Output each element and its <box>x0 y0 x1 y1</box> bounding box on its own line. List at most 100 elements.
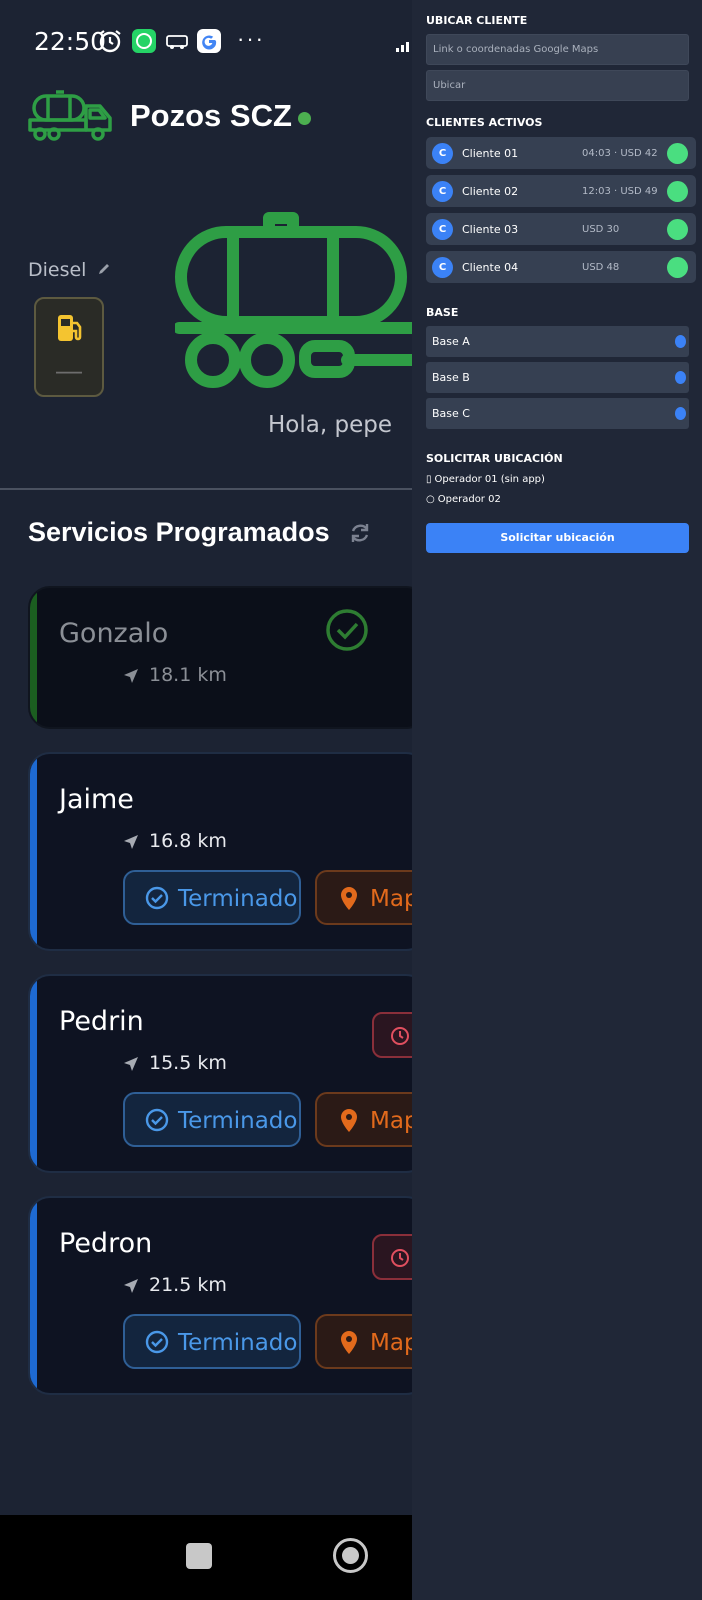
navigation-arrow-icon <box>124 1279 138 1293</box>
operator-radio-icon: ○ <box>426 494 435 505</box>
service-card[interactable]: Pedrin 15.5 km Terminado Map <box>28 974 412 1173</box>
service-client-name: Gonzalo <box>59 618 169 649</box>
mark-finished-button[interactable]: Terminado <box>123 1314 301 1369</box>
open-map-button[interactable]: Map <box>315 1314 412 1369</box>
clock-icon <box>391 1249 409 1267</box>
base-indicator-dot <box>675 371 686 384</box>
fuel-pump-icon <box>58 315 82 341</box>
home-button[interactable] <box>333 1538 368 1573</box>
divider <box>0 488 412 490</box>
truck-logo-icon <box>28 90 112 141</box>
map-pin-icon <box>341 887 357 910</box>
client-status-dot <box>667 257 688 278</box>
fuel-level-value: — <box>56 355 82 385</box>
scheduled-services-title: Servicios Programados <box>28 517 330 547</box>
operator-label: Operador 02 <box>437 494 501 505</box>
map-pin-icon <box>341 1331 357 1354</box>
locate-input[interactable] <box>426 70 689 101</box>
service-card-completed[interactable]: Gonzalo 18.1 km <box>28 586 412 729</box>
client-name: Cliente 02 <box>462 185 519 198</box>
signal-icon <box>396 42 409 52</box>
fuel-level-card[interactable]: — <box>34 297 104 397</box>
dispatch-side-panel: UBICAR CLIENTE CLIENTES ACTIVOS C Client… <box>412 0 702 1600</box>
base-row[interactable]: Base B <box>426 362 689 393</box>
operator-option[interactable]: ○ Operador 02 <box>426 494 501 505</box>
active-client-row[interactable]: C Cliente 01 04:03 · USD 42 <box>426 137 696 169</box>
mark-finished-label: Terminado <box>178 886 298 912</box>
recent-apps-button[interactable] <box>186 1543 212 1569</box>
refresh-icon[interactable] <box>349 521 371 545</box>
service-card[interactable]: Jaime 16.8 km Terminado Map <box>28 752 412 951</box>
mark-finished-button[interactable]: Terminado <box>123 1092 301 1147</box>
more-notifications-icon: ··· <box>237 26 265 51</box>
service-distance: 18.1 km <box>149 664 227 686</box>
service-distance: 21.5 km <box>149 1274 227 1296</box>
operator-no-app-icon: ▯ <box>426 474 432 485</box>
service-status-bar <box>30 754 37 949</box>
client-status-dot <box>667 143 688 164</box>
client-info: USD 48 <box>582 262 620 273</box>
maps-link-input[interactable] <box>426 34 689 65</box>
client-name: Cliente 04 <box>462 261 519 274</box>
driver-app-screen: 22:50 ··· Pozos SCZ Diesel — Hola, pepe … <box>0 0 412 1600</box>
service-distance: 16.8 km <box>149 830 227 852</box>
client-name: Cliente 03 <box>462 223 519 236</box>
navigation-arrow-icon <box>124 835 138 849</box>
service-client-name: Pedron <box>59 1228 153 1259</box>
service-client-name: Pedrin <box>59 1006 144 1037</box>
edit-pencil-icon[interactable] <box>97 262 111 276</box>
fuel-type-label-group[interactable]: Diesel <box>28 259 111 281</box>
client-name: Cliente 01 <box>462 147 519 160</box>
base-name: Base A <box>432 335 470 348</box>
app-title: Pozos SCZ <box>130 98 292 133</box>
client-status-dot <box>667 219 688 240</box>
base-indicator-dot <box>675 335 686 348</box>
request-location-heading: SOLICITAR UBICACIÓN <box>426 452 563 465</box>
base-heading: BASE <box>426 306 459 319</box>
app-header: Pozos SCZ <box>28 90 412 150</box>
whatsapp-icon <box>131 28 157 54</box>
base-name: Base C <box>432 407 470 420</box>
schedule-button[interactable] <box>372 1012 412 1058</box>
bus-icon <box>164 28 190 54</box>
active-client-row[interactable]: C Cliente 04 USD 48 <box>426 251 696 283</box>
online-status-dot <box>298 112 311 125</box>
schedule-button[interactable] <box>372 1234 412 1280</box>
map-pin-icon <box>341 1109 357 1132</box>
client-avatar: C <box>432 143 453 164</box>
base-name: Base B <box>432 371 470 384</box>
check-circle-icon <box>145 886 169 910</box>
client-avatar: C <box>432 181 453 202</box>
locate-client-heading: UBICAR CLIENTE <box>426 14 528 27</box>
client-avatar: C <box>432 219 453 240</box>
alarm-icon <box>97 28 123 54</box>
client-info: 12:03 · USD 49 <box>582 186 658 197</box>
active-client-row[interactable]: C Cliente 02 12:03 · USD 49 <box>426 175 696 207</box>
google-icon <box>196 28 222 54</box>
client-avatar: C <box>432 257 453 278</box>
base-row[interactable]: Base C <box>426 398 689 429</box>
request-location-button[interactable]: Solicitar ubicación <box>426 523 689 553</box>
tanker-truck-illustration <box>175 212 412 388</box>
open-map-button[interactable]: Map <box>315 870 412 925</box>
service-status-bar <box>30 1198 37 1393</box>
status-bar: 22:50 ··· <box>0 0 412 84</box>
base-indicator-dot <box>675 407 686 420</box>
service-distance: 15.5 km <box>149 1052 227 1074</box>
open-map-label: Map <box>370 1330 412 1356</box>
operator-option[interactable]: ▯ Operador 01 (sin app) <box>426 474 545 485</box>
navigation-arrow-icon <box>124 1057 138 1071</box>
open-map-button[interactable]: Map <box>315 1092 412 1147</box>
active-client-row[interactable]: C Cliente 03 USD 30 <box>426 213 696 245</box>
service-card[interactable]: Pedron 21.5 km Terminado Map <box>28 1196 412 1395</box>
greeting-text: Hola, pepe <box>268 412 392 438</box>
mark-finished-button[interactable]: Terminado <box>123 870 301 925</box>
mark-finished-label: Terminado <box>178 1108 298 1134</box>
base-row[interactable]: Base A <box>426 326 689 357</box>
completed-check-icon <box>326 609 368 651</box>
client-info: 04:03 · USD 42 <box>582 148 658 159</box>
navigation-arrow-icon <box>124 669 138 683</box>
client-info: USD 30 <box>582 224 620 235</box>
service-status-bar <box>30 588 37 727</box>
service-status-bar <box>30 976 37 1171</box>
